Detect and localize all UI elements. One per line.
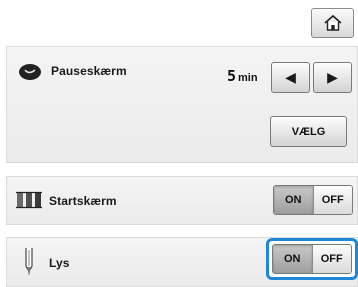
triangle-right-icon: ▶ — [327, 69, 338, 85]
triangle-left-icon: ◀ — [285, 69, 296, 85]
screensaver-panel: Pauseskærm 5 min ◀ ▶ VÆLG — [6, 46, 358, 163]
light-toggle[interactable]: ON OFF — [272, 244, 352, 274]
screensaver-time-unit: min — [238, 72, 258, 84]
startup-on-option[interactable]: ON — [274, 186, 314, 214]
startup-screen-label: Startskærm — [49, 194, 117, 208]
screensaver-label: Pauseskærm — [51, 64, 127, 78]
light-on-option[interactable]: ON — [273, 245, 313, 273]
startup-screen-toggle-wrap: ON OFF — [273, 185, 353, 215]
screensaver-time-value: 5 min — [227, 67, 258, 85]
thread-spools-icon — [16, 191, 42, 209]
startup-screen-toggle[interactable]: ON OFF — [273, 185, 353, 215]
moon-icon — [16, 62, 44, 82]
startup-off-option[interactable]: OFF — [313, 186, 352, 214]
light-off-option[interactable]: OFF — [312, 245, 351, 273]
home-button[interactable] — [311, 8, 354, 38]
increase-button[interactable]: ▶ — [313, 62, 352, 93]
top-bar — [0, 0, 358, 46]
select-button[interactable]: VÆLG — [270, 116, 347, 147]
needle-icon — [21, 246, 37, 278]
decrease-button[interactable]: ◀ — [271, 62, 310, 93]
screensaver-time-number: 5 — [227, 67, 237, 85]
light-toggle-highlight: ON OFF — [266, 238, 358, 280]
startup-screen-panel: Startskærm ON OFF — [6, 176, 358, 225]
home-icon — [323, 14, 342, 31]
light-label: Lys — [49, 256, 70, 270]
light-panel: Lys ON OFF — [6, 237, 358, 287]
